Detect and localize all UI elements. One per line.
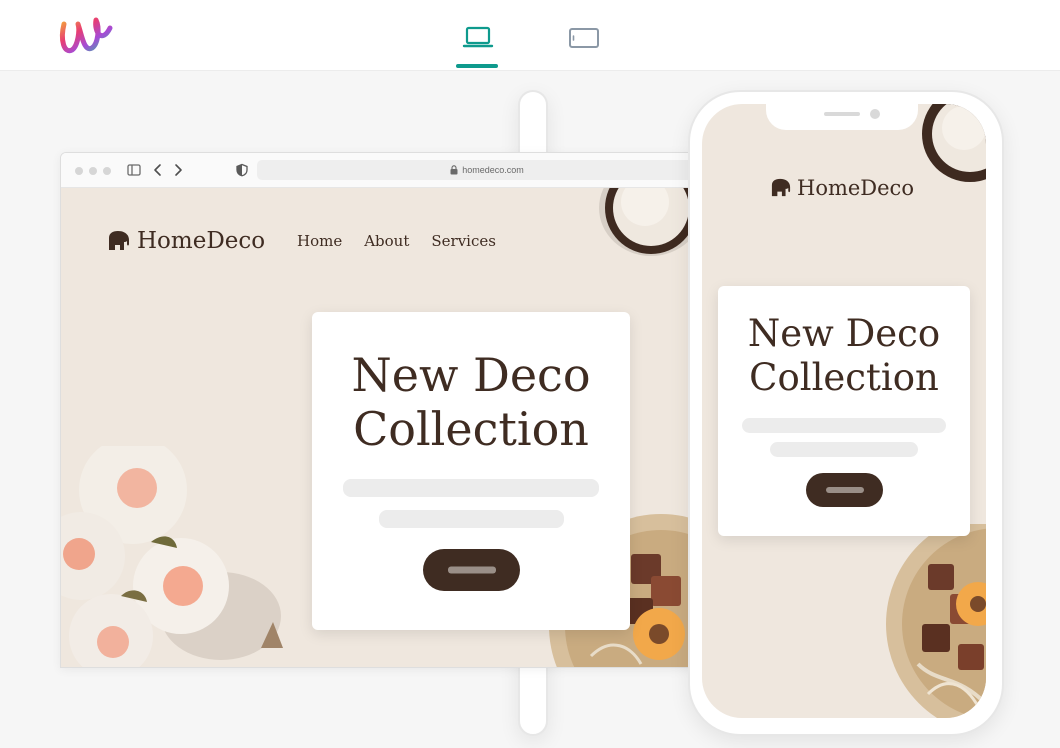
nav-link-about[interactable]: About bbox=[364, 232, 409, 250]
back-icon[interactable] bbox=[151, 163, 165, 177]
site-logo[interactable]: HomeDeco bbox=[107, 228, 265, 254]
hero-card: New Deco Collection bbox=[312, 312, 630, 630]
candle-image bbox=[922, 104, 986, 182]
desktop-preview-browser: homedeco.com HomeDeco Home About Service… bbox=[60, 152, 702, 668]
browser-chrome: homedeco.com bbox=[61, 153, 701, 188]
laptop-icon bbox=[462, 26, 494, 48]
hero-title-line: Collection bbox=[749, 356, 939, 399]
roses-image bbox=[61, 446, 283, 667]
nav-link-services[interactable]: Services bbox=[431, 232, 496, 250]
phone-notch bbox=[766, 104, 918, 130]
hero-title-line: Collection bbox=[353, 402, 589, 456]
site-brand-name: HomeDeco bbox=[137, 228, 266, 254]
site-brand-name: HomeDeco bbox=[797, 176, 914, 200]
camera-icon bbox=[870, 109, 880, 119]
top-toolbar bbox=[0, 0, 1060, 736]
mobile-preview-phone: HomeDeco New Deco Collection bbox=[688, 90, 1004, 736]
button-label-placeholder bbox=[447, 566, 496, 574]
window-dot-icon bbox=[75, 167, 83, 175]
text-placeholder bbox=[343, 479, 599, 497]
lock-icon bbox=[450, 165, 458, 175]
hero-title: New Deco Collection bbox=[312, 348, 630, 456]
candle-image bbox=[599, 188, 701, 256]
address-bar[interactable]: homedeco.com bbox=[257, 160, 701, 180]
mobile-site-preview: HomeDeco New Deco Collection bbox=[702, 104, 986, 718]
url-text: homedeco.com bbox=[462, 165, 524, 175]
nav-link-home[interactable]: Home bbox=[297, 232, 342, 250]
potpourri-bowl-image bbox=[886, 524, 986, 718]
active-view-indicator bbox=[456, 64, 498, 68]
text-placeholder bbox=[742, 418, 946, 433]
site-logo[interactable]: HomeDeco bbox=[770, 176, 914, 200]
cta-button[interactable] bbox=[806, 473, 883, 507]
hero-title-line: New Deco bbox=[351, 348, 591, 402]
speaker-icon bbox=[824, 112, 860, 116]
elephant-logo-icon bbox=[771, 178, 791, 197]
button-label-placeholder bbox=[825, 487, 864, 493]
site-navigation: Home About Services bbox=[297, 232, 496, 250]
text-placeholder bbox=[379, 510, 564, 528]
cta-button[interactable] bbox=[423, 549, 520, 591]
tablet-icon bbox=[569, 28, 599, 48]
shield-icon[interactable] bbox=[235, 163, 249, 177]
sidebar-toggle-icon[interactable] bbox=[127, 163, 141, 177]
hero-card: New Deco Collection bbox=[718, 286, 970, 536]
window-dot-icon bbox=[103, 167, 111, 175]
hero-title-line: New Deco bbox=[747, 312, 941, 355]
tablet-view-button[interactable] bbox=[564, 20, 604, 56]
forward-icon[interactable] bbox=[171, 163, 185, 177]
elephant-logo-icon bbox=[109, 231, 129, 250]
desktop-view-button[interactable] bbox=[456, 20, 500, 56]
hero-title: New Deco Collection bbox=[718, 312, 970, 400]
window-dot-icon bbox=[89, 167, 97, 175]
desktop-site-preview: HomeDeco Home About Services New Deco Co… bbox=[61, 188, 701, 667]
text-placeholder bbox=[770, 442, 918, 457]
brand-w-logo-icon[interactable] bbox=[58, 14, 114, 58]
